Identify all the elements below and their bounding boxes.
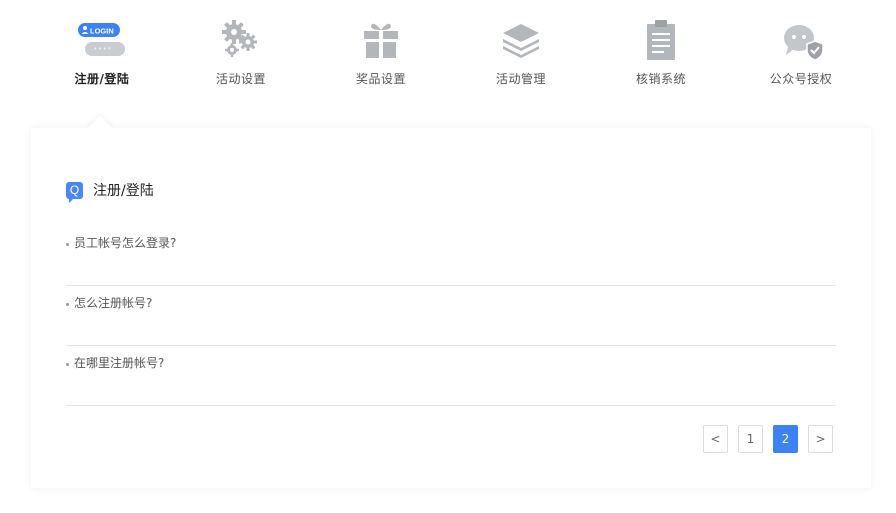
tab-prize-settings[interactable]: 奖品设置 xyxy=(331,18,431,94)
tab-label: 活动管理 xyxy=(495,72,546,86)
prev-page-button[interactable]: < xyxy=(703,425,728,453)
tab-official-account-auth[interactable]: 公众号授权 xyxy=(751,18,851,94)
page-button-2[interactable]: 2 xyxy=(773,425,798,453)
faq-question: 员工帐号怎么登录? xyxy=(74,236,177,250)
section-header: Q 注册/登陆 xyxy=(66,180,154,203)
feature-tabs: LOGIN * * * * 注册/登陆 活动设置 奖品设置 活动管理 核销系统 … xyxy=(0,0,896,110)
tab-register-login[interactable]: LOGIN * * * * 注册/登陆 xyxy=(52,18,152,94)
faq-question: 在哪里注册帐号? xyxy=(74,356,165,370)
password-dots: * * * * xyxy=(94,47,111,54)
gears-icon xyxy=(214,18,268,62)
login-icon: LOGIN * * * * xyxy=(75,18,129,62)
tab-verification-system[interactable]: 核销系统 xyxy=(611,18,711,94)
layers-icon xyxy=(494,18,548,62)
faq-item[interactable]: 怎么注册帐号? xyxy=(66,286,836,346)
wechat-shield-icon xyxy=(774,18,828,62)
tab-activity-management[interactable]: 活动管理 xyxy=(471,18,571,94)
clipboard-icon xyxy=(634,18,688,62)
bullet-dot xyxy=(66,303,69,306)
faq-question: 怎么注册帐号? xyxy=(74,296,153,310)
faq-card: Q 注册/登陆 员工帐号怎么登录? 怎么注册帐号? 在哪里注册帐号? < 1 2… xyxy=(31,128,871,488)
bullet-dot xyxy=(66,243,69,246)
section-title: 注册/登陆 xyxy=(93,183,154,199)
next-page-button[interactable]: > xyxy=(808,425,833,453)
bullet-dot xyxy=(66,363,69,366)
tab-label: 活动设置 xyxy=(215,72,266,86)
gift-icon xyxy=(354,18,408,62)
pagination: < 1 2 > xyxy=(693,425,833,453)
tab-label: 注册/登陆 xyxy=(74,72,130,86)
faq-item[interactable]: 员工帐号怎么登录? xyxy=(66,226,836,286)
tab-label: 核销系统 xyxy=(635,72,686,86)
page-button-1[interactable]: 1 xyxy=(738,425,763,453)
login-badge-text: LOGIN xyxy=(90,27,114,36)
question-badge-icon: Q xyxy=(66,181,83,203)
tab-activity-settings[interactable]: 活动设置 xyxy=(191,18,291,94)
faq-item[interactable]: 在哪里注册帐号? xyxy=(66,346,836,406)
tab-label: 奖品设置 xyxy=(355,72,406,86)
tab-label: 公众号授权 xyxy=(769,72,833,86)
faq-list: 员工帐号怎么登录? 怎么注册帐号? 在哪里注册帐号? xyxy=(66,226,836,406)
